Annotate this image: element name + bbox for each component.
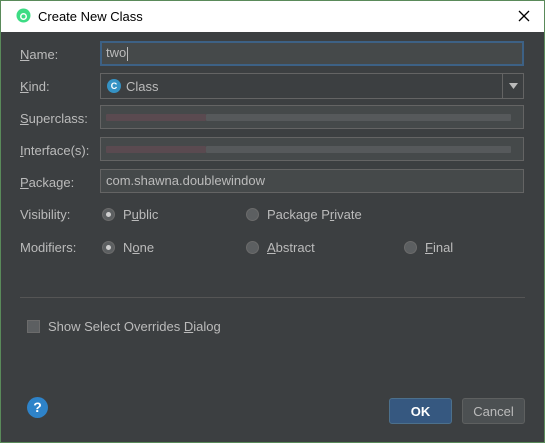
visibility-label: Visibility: [20,207,71,222]
visibility-package-private-radio[interactable]: Package Private [246,207,362,222]
blurred-text [206,146,511,153]
superclass-input[interactable] [100,105,524,129]
blurred-text [106,146,206,153]
radio-unselected-icon [404,241,417,254]
modifier-final-radio[interactable]: Final [404,240,453,255]
blurred-text [206,114,511,121]
title-bar: Create New Class [1,1,544,32]
superclass-label: Superclass: [20,111,88,126]
class-icon: C [107,79,121,93]
radio-unselected-icon [246,241,259,254]
radio-unselected-icon [246,208,259,221]
modifier-abstract-radio[interactable]: Abstract [246,240,315,255]
package-label: Package: [20,175,75,190]
ok-button[interactable]: OK [389,398,452,424]
separator [20,297,525,298]
help-button[interactable]: ? [27,397,48,418]
close-icon [518,10,530,22]
cancel-button[interactable]: Cancel [462,398,525,424]
name-label: Name: [20,47,59,62]
kind-select[interactable]: C Class [100,73,524,99]
create-new-class-dialog: Create New Class Name: two Kind: C Class… [0,0,545,443]
close-button[interactable] [512,5,536,27]
package-input[interactable]: com.shawna.doublewindow [100,169,524,193]
blurred-text [106,114,206,121]
radio-selected-icon [102,208,115,221]
android-studio-icon [16,8,31,23]
kind-selected-value: Class [126,79,159,94]
show-overrides-checkbox[interactable]: Show Select Overrides Dialog [27,319,221,334]
modifiers-label: Modifiers: [20,240,77,255]
radio-selected-icon [102,241,115,254]
kind-label: Kind: [20,79,50,94]
name-input[interactable]: two [100,41,524,66]
interfaces-label: Interface(s): [20,143,90,158]
visibility-public-radio[interactable]: Public [102,207,158,222]
interfaces-input[interactable] [100,137,524,161]
checkbox-unchecked-icon [27,320,40,333]
modifier-none-radio[interactable]: None [102,240,154,255]
dialog-title: Create New Class [38,9,143,24]
dropdown-arrow-icon[interactable] [502,74,523,98]
